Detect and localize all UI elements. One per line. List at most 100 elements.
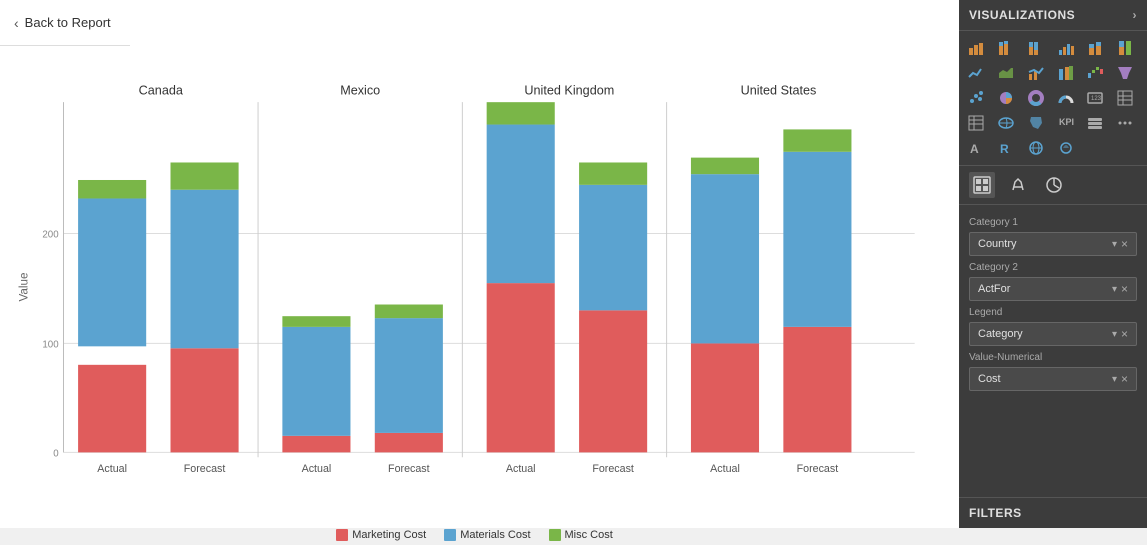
viz-icon-clustered-column[interactable]	[1055, 37, 1077, 59]
viz-icon-kpi[interactable]: KPI	[1055, 112, 1077, 134]
back-to-report-button[interactable]: ‹ Back to Report	[0, 0, 130, 46]
canada-forecast-misc	[171, 162, 239, 189]
canada-actual-materials	[78, 198, 146, 346]
viz-icon-combo[interactable]	[1025, 62, 1047, 84]
category1-dropdown-icon[interactable]: ▾	[1112, 239, 1117, 250]
visualizations-chevron[interactable]: ›	[1133, 8, 1138, 22]
viz-icon-scatter[interactable]	[965, 87, 987, 109]
viz-icon-funnel[interactable]	[1114, 62, 1136, 84]
visualization-icons-grid: 123 KPI A R	[959, 31, 1147, 166]
svg-text:KPI: KPI	[1059, 117, 1074, 127]
value-numerical-controls: ▾ ×	[1112, 372, 1128, 386]
mexico-label: Mexico	[340, 83, 380, 97]
mexico-actual-marketing	[282, 436, 350, 453]
canada-forecast-marketing	[171, 348, 239, 452]
mexico-forecast-materials	[375, 318, 443, 433]
legend-materials-dot	[444, 529, 456, 541]
mexico-actual-misc	[282, 316, 350, 327]
viz-icon-waterfall[interactable]	[1084, 62, 1106, 84]
viz-icon-stacked-bar[interactable]	[995, 37, 1017, 59]
us-forecast-marketing	[783, 327, 851, 452]
legend-misc: Misc Cost	[549, 529, 613, 541]
svg-text:123: 123	[1091, 96, 1102, 102]
viz-icon-card[interactable]: 123	[1084, 87, 1106, 109]
svg-text:A: A	[970, 142, 979, 156]
uk-actual-misc	[487, 102, 555, 124]
main-area: ‹ Back to Report Value 0 100 200 Canada	[0, 0, 959, 528]
us-actual-misc	[691, 158, 759, 175]
legend-materials: Materials Cost	[444, 529, 530, 541]
viz-icon-slicer[interactable]	[1084, 112, 1106, 134]
back-label: Back to Report	[25, 15, 111, 30]
category2-dropdown-icon[interactable]: ▾	[1112, 284, 1117, 295]
value-numerical-label: Value-Numerical	[969, 352, 1137, 363]
uk-forecast-misc	[579, 162, 647, 184]
value-numerical-field[interactable]: Cost ▾ ×	[969, 367, 1137, 391]
viz-icon-donut[interactable]	[1025, 87, 1047, 109]
us-forecast-materials	[783, 152, 851, 327]
uk-label: United Kingdom	[524, 83, 614, 97]
svg-text:0: 0	[53, 448, 59, 459]
viz-tabs	[959, 166, 1147, 205]
legend-dropdown-icon[interactable]: ▾	[1112, 329, 1117, 340]
category2-field[interactable]: ActFor ▾ ×	[969, 277, 1137, 301]
legend-close-icon[interactable]: ×	[1121, 327, 1128, 341]
category1-controls: ▾ ×	[1112, 237, 1128, 251]
legend-label: Legend	[969, 307, 1137, 318]
legend-misc-dot	[549, 529, 561, 541]
viz-icon-area[interactable]	[995, 62, 1017, 84]
category2-label: Category 2	[969, 262, 1137, 273]
mexico-forecast-marketing	[375, 433, 443, 452]
viz-icon-line[interactable]	[965, 62, 987, 84]
viz-icon-text[interactable]: A	[965, 137, 987, 159]
viz-icon-matrix[interactable]	[965, 112, 987, 134]
chart-legend: Marketing Cost Materials Cost Misc Cost	[10, 523, 939, 545]
uk-forecast-marketing	[579, 310, 647, 452]
value-numerical-dropdown-icon[interactable]: ▾	[1112, 374, 1117, 385]
svg-text:Actual: Actual	[710, 463, 740, 475]
viz-icon-r-visual[interactable]: R	[995, 137, 1017, 159]
legend-marketing-dot	[336, 529, 348, 541]
viz-icon-more[interactable]	[1114, 112, 1136, 134]
legend-field[interactable]: Category ▾ ×	[969, 322, 1137, 346]
canada-label: Canada	[139, 83, 184, 97]
us-forecast-misc	[783, 129, 851, 151]
viz-icon-stacked-column[interactable]	[1084, 37, 1106, 59]
viz-icon-ribbon[interactable]	[1055, 62, 1077, 84]
svg-text:Forecast: Forecast	[184, 463, 226, 475]
legend-marketing: Marketing Cost	[336, 529, 426, 541]
viz-icon-bar[interactable]	[965, 37, 987, 59]
viz-icon-globe[interactable]	[1025, 137, 1047, 159]
fields-tab[interactable]	[969, 172, 995, 198]
viz-icon-table[interactable]	[1114, 87, 1136, 109]
category1-label: Category 1	[969, 217, 1137, 228]
category1-value: Country	[978, 238, 1017, 250]
visualizations-panel: VISUALIZATIONS ›	[959, 0, 1147, 528]
chart-container: Value 0 100 200 Canada	[0, 46, 959, 528]
uk-actual-materials	[487, 125, 555, 284]
legend-materials-label: Materials Cost	[460, 529, 530, 541]
value-numerical-close-icon[interactable]: ×	[1121, 372, 1128, 386]
mexico-actual-materials	[282, 327, 350, 436]
value-numerical-value: Cost	[978, 373, 1001, 385]
viz-icon-filled-map[interactable]	[1025, 112, 1047, 134]
viz-icon-pie[interactable]	[995, 87, 1017, 109]
viz-icon-arcgis[interactable]	[1055, 137, 1077, 159]
category2-close-icon[interactable]: ×	[1121, 282, 1128, 296]
category1-close-icon[interactable]: ×	[1121, 237, 1128, 251]
viz-icon-map[interactable]	[995, 112, 1017, 134]
analytics-tab[interactable]	[1041, 172, 1067, 198]
legend-value: Category	[978, 328, 1023, 340]
svg-text:Forecast: Forecast	[388, 463, 430, 475]
back-arrow-icon: ‹	[14, 15, 19, 31]
viz-icon-100pct-bar[interactable]	[1025, 37, 1047, 59]
viz-icon-gauge[interactable]	[1055, 87, 1077, 109]
us-label: United States	[741, 83, 817, 97]
filters-title: FILTERS	[969, 506, 1022, 520]
viz-icon-100pct-column[interactable]	[1114, 37, 1136, 59]
svg-text:Forecast: Forecast	[797, 463, 839, 475]
category2-controls: ▾ ×	[1112, 282, 1128, 296]
category1-field[interactable]: Country ▾ ×	[969, 232, 1137, 256]
svg-text:Actual: Actual	[97, 463, 127, 475]
format-tab[interactable]	[1005, 172, 1031, 198]
